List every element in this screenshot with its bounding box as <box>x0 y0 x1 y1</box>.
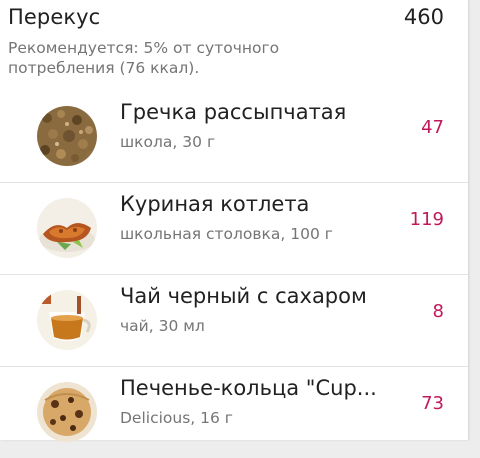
food-kcal: 8 <box>432 301 444 322</box>
cookies-icon <box>37 382 97 442</box>
food-source-portion: школа, 30 г <box>120 133 216 151</box>
meal-card: Перекус 460 Рекомендуется: 5% от суточно… <box>0 0 468 442</box>
meal-title: Перекус <box>8 5 101 29</box>
food-item[interactable]: Печенье-кольца "Cup... Delicious, 16 г 7… <box>0 366 468 458</box>
meal-total-kcal: 460 <box>403 5 444 29</box>
food-kcal: 73 <box>421 393 444 414</box>
chicken-cutlet-icon <box>37 198 97 258</box>
meal-recommendation: Рекомендуется: 5% от суточного потреблен… <box>8 39 280 77</box>
food-kcal: 47 <box>421 117 444 138</box>
food-item[interactable]: Гречка рассыпчатая школа, 30 г 47 <box>0 90 468 183</box>
buckwheat-icon <box>37 106 97 166</box>
food-kcal: 119 <box>409 209 444 230</box>
food-source-portion: школьная столовка, 100 г <box>120 225 333 243</box>
food-name: Печенье-кольца "Cup... <box>120 376 377 400</box>
meal-header[interactable]: Перекус 460 Рекомендуется: 5% от суточно… <box>0 0 468 90</box>
food-source-portion: Delicious, 16 г <box>120 409 233 427</box>
food-source-portion: чай, 30 мл <box>120 317 205 335</box>
food-item[interactable]: Чай черный с сахаром чай, 30 мл 8 <box>0 274 468 367</box>
food-name: Гречка рассыпчатая <box>120 100 347 124</box>
food-name: Чай черный с сахаром <box>120 284 367 308</box>
food-item[interactable]: Куриная котлета школьная столовка, 100 г… <box>0 182 468 275</box>
tea-cup-icon <box>37 290 97 350</box>
food-name: Куриная котлета <box>120 192 310 216</box>
